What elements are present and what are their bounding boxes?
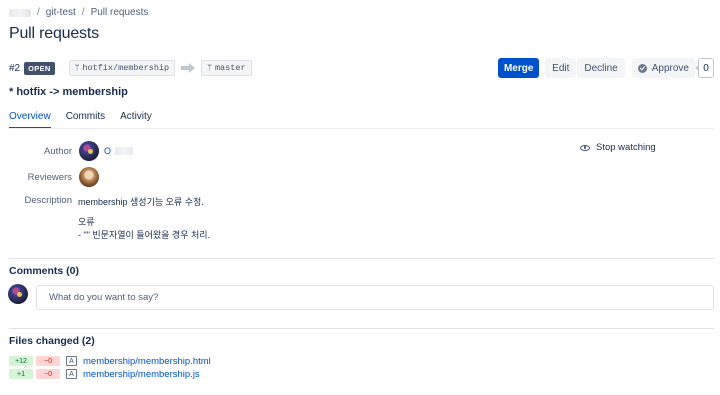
author-name: O [104, 146, 112, 156]
lines-removed: −0 [36, 356, 60, 366]
description-label: Description [24, 195, 72, 206]
author-avatar[interactable] [79, 141, 99, 161]
approve-button[interactable]: Approve [631, 58, 695, 78]
file-row: +12 −0 A membership/membership.html [9, 355, 211, 367]
breadcrumb-repo-link[interactable]: git-test [46, 7, 76, 18]
file-added-icon: A [66, 356, 77, 366]
arrow-right-icon [181, 63, 196, 73]
tab-divider [9, 128, 714, 129]
comment-placeholder: What do you want to say? [49, 292, 159, 303]
lines-removed: −0 [36, 369, 60, 379]
breadcrumb: / git-test / Pull requests [9, 7, 148, 18]
comments-heading: Comments (0) [9, 265, 80, 277]
pr-title: * hotfix -> membership [9, 86, 128, 98]
branch-icon: ᛘ [74, 63, 80, 73]
tab-bar: Overview Commits Activity [9, 111, 167, 129]
target-branch[interactable]: ᛘ master [201, 60, 252, 76]
reviewer-avatar[interactable] [79, 167, 99, 187]
page-title: Pull requests [9, 25, 99, 42]
breadcrumb-separator: / [37, 7, 40, 18]
lines-added: +1 [9, 369, 33, 379]
source-branch[interactable]: ᛘ hotfix/membership [68, 60, 176, 76]
current-user-avatar [8, 284, 28, 304]
status-badge: OPEN [24, 61, 55, 75]
pr-id: #2 [9, 62, 21, 74]
target-branch-label: master [214, 63, 246, 73]
description-line: - "" 빈문자열이 들어왔을 경우 처리. [78, 230, 211, 240]
file-row: +1 −0 A membership/membership.js [9, 368, 200, 380]
section-divider [9, 258, 714, 259]
branch-icon: ᛘ [207, 63, 212, 73]
section-divider [9, 328, 714, 329]
tab-overview[interactable]: Overview [9, 111, 51, 129]
breadcrumb-project-link[interactable] [9, 8, 31, 17]
files-changed-heading: Files changed (2) [9, 335, 95, 347]
file-added-icon: A [66, 369, 77, 379]
merge-button[interactable]: Merge [498, 58, 540, 78]
tab-activity[interactable]: Activity [120, 111, 152, 129]
approve-count: 0 [695, 58, 714, 78]
comment-input[interactable]: What do you want to say? [36, 285, 714, 310]
check-circle-icon [637, 63, 647, 73]
pr-header-row: #2 OPEN ᛘ hotfix/membership ᛘ master Mer… [9, 57, 714, 79]
approve-label: Approve [651, 62, 689, 74]
author-label: Author [44, 146, 72, 157]
decline-button[interactable]: Decline [577, 58, 625, 78]
eye-icon [580, 144, 590, 151]
description-line: membership 생성기능 오류 수정. [78, 197, 204, 207]
source-branch-label: hotfix/membership [82, 63, 170, 73]
description-line: 오류 [78, 217, 95, 227]
stop-watching-label: Stop watching [596, 142, 656, 153]
reviewers-label: Reviewers [27, 172, 72, 183]
breadcrumb-separator: / [81, 7, 85, 18]
stop-watching-button[interactable]: Stop watching [580, 142, 656, 153]
file-link[interactable]: membership/membership.html [83, 356, 211, 367]
author-name-redacted [115, 147, 134, 155]
tab-commits[interactable]: Commits [66, 111, 105, 129]
file-link[interactable]: membership/membership.js [83, 369, 200, 380]
breadcrumb-section-link[interactable]: Pull requests [91, 7, 149, 18]
edit-button[interactable]: Edit [545, 58, 577, 78]
lines-added: +12 [9, 356, 33, 366]
author-name-link[interactable]: O [104, 146, 134, 156]
